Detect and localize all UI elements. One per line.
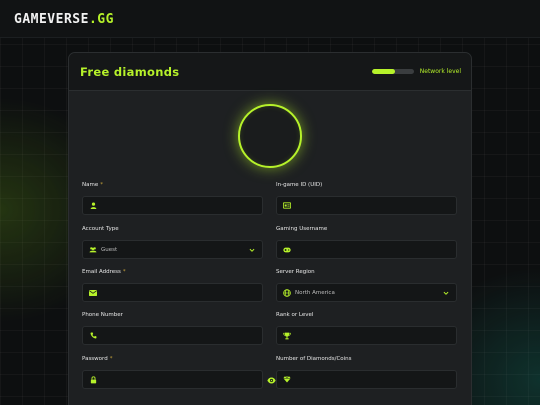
- globe-icon: [283, 288, 291, 297]
- chevron-down-icon[interactable]: [443, 290, 449, 296]
- users-icon: [89, 246, 97, 254]
- phone-input[interactable]: [82, 326, 263, 345]
- gem-icon: [283, 376, 291, 384]
- server-region-label: Server Region: [276, 269, 315, 275]
- network-level: Network level: [371, 68, 461, 75]
- gaming-username-label: Gaming Username: [276, 226, 328, 232]
- password-field-group: Password *: [82, 355, 276, 389]
- diamonds-input[interactable]: [276, 370, 457, 389]
- gamepad-icon: [283, 246, 291, 254]
- network-level-bar: [371, 69, 414, 74]
- top-bar: GAMEVERSE.GG: [0, 0, 540, 38]
- password-required-mark: *: [109, 356, 113, 362]
- email-label: Email Address: [82, 269, 121, 275]
- server-region-select[interactable]: North America: [276, 283, 457, 302]
- rank-input[interactable]: [276, 326, 457, 345]
- gaming-username-input[interactable]: [276, 240, 457, 259]
- account-type-field-group: Account Type Guest: [82, 225, 263, 259]
- ingame-id-label: In-game ID (UID): [276, 182, 323, 188]
- trophy-icon: [283, 332, 291, 340]
- panel-title: Free diamonds: [80, 65, 180, 79]
- phone-icon: [89, 332, 97, 340]
- network-level-fill: [371, 69, 395, 74]
- email-input[interactable]: [82, 283, 263, 302]
- account-type-value: Guest: [101, 246, 118, 253]
- email-required-mark: *: [122, 269, 126, 275]
- name-field-group: Name *: [82, 181, 263, 215]
- server-region-field-group: Server Region North America: [276, 268, 457, 302]
- brand-name: GAMEVERSE: [14, 12, 89, 27]
- brand-suffix: .GG: [88, 12, 114, 27]
- name-required-mark: *: [100, 182, 103, 188]
- password-label: Password: [82, 356, 108, 362]
- avatar-upload[interactable]: [238, 104, 302, 168]
- envelope-icon: [89, 289, 97, 297]
- gaming-username-field-group: Gaming Username: [276, 225, 457, 259]
- eye-icon[interactable]: [267, 376, 276, 385]
- name-input[interactable]: [82, 196, 263, 215]
- rank-label: Rank or Level: [276, 312, 314, 318]
- network-level-label: Network level: [419, 68, 461, 75]
- phone-field-group: Phone Number: [82, 311, 263, 345]
- server-region-value: North America: [295, 289, 335, 296]
- rank-field-group: Rank or Level: [276, 311, 457, 345]
- diamonds-label: Number of Diamonds/Coins: [276, 356, 352, 362]
- password-input[interactable]: [82, 370, 276, 389]
- account-type-select[interactable]: Guest: [82, 240, 263, 259]
- user-icon: [89, 202, 97, 210]
- email-field-group: Email Address *: [82, 268, 263, 302]
- name-label: Name: [82, 182, 99, 188]
- phone-label: Phone Number: [82, 312, 123, 318]
- chevron-down-icon[interactable]: [249, 247, 255, 253]
- account-type-label: Account Type: [82, 226, 119, 232]
- ingame-id-input[interactable]: [276, 196, 457, 215]
- panel-header: Free diamonds Network level: [69, 53, 471, 91]
- lock-icon: [89, 375, 97, 384]
- brand-logo[interactable]: GAMEVERSE.GG: [14, 12, 114, 27]
- ingame-id-field-group: In-game ID (UID): [276, 181, 457, 215]
- diamonds-field-group: Number of Diamonds/Coins: [276, 355, 457, 389]
- form-panel: Free diamonds Network level Name * In-gam…: [68, 52, 472, 405]
- id-card-icon: [283, 202, 291, 210]
